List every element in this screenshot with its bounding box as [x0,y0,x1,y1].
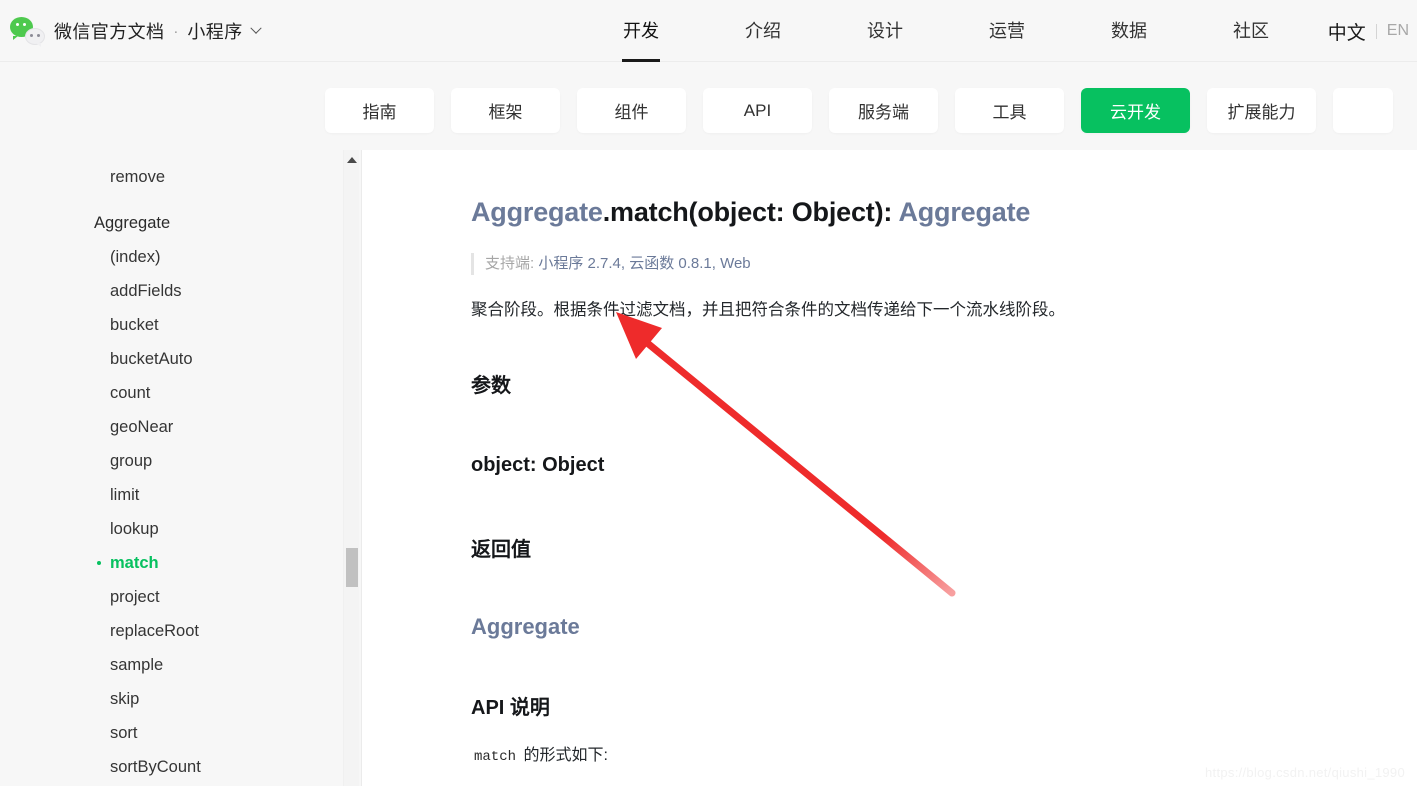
page-title: Aggregate.match(object: Object): Aggrega… [471,196,1417,230]
brand-subtitle: 小程序 [187,22,243,42]
sidebar-item-sortbycount[interactable]: sortByCount [0,750,345,784]
sidebar-item-geonear[interactable]: geoNear [0,410,345,444]
title-class-name: Aggregate [471,197,603,227]
sidebar-item-group[interactable]: group [0,444,345,478]
sidebar-group-aggregate[interactable]: Aggregate [0,206,345,240]
inline-code-match: match [474,749,517,766]
tab-cloud-dev[interactable]: 云开发 [1081,88,1190,133]
caret-up-icon[interactable] [346,157,357,163]
sidebar-scrollbar[interactable] [343,150,359,786]
sidebar-item-match[interactable]: match [0,546,345,580]
language-switcher: 中文 EN [1328,0,1409,62]
doc-panel: Aggregate.match(object: Object): Aggrega… [363,150,1417,786]
main-nav: 开发 介绍 设计 运营 数据 社区 [580,0,1312,62]
brand-title: 微信官方文档 [54,22,165,42]
section-heading-return: 返回值 [471,539,531,562]
chevron-down-icon[interactable] [249,22,262,34]
sidebar-item-project[interactable]: project [0,580,345,614]
sidebar-item-remove[interactable]: remove [0,160,345,194]
tab-server[interactable]: 服务端 [829,88,938,133]
content-area: remove Aggregate (index) addFields bucke… [0,150,1417,786]
param-name-heading: object: Object [471,454,605,477]
nav-item-community[interactable]: 社区 [1190,0,1312,62]
tab-api[interactable]: API [703,88,812,133]
tab-framework[interactable]: 框架 [451,88,560,133]
sidebar-item-bucket[interactable]: bucket [0,308,345,342]
nav-item-intro[interactable]: 介绍 [702,0,824,62]
wechat-logo-icon [10,16,46,47]
active-bullet-icon [97,561,101,565]
lang-english[interactable]: EN [1387,22,1409,40]
brand-separator: · [173,22,179,40]
title-return-type: Aggregate [898,197,1031,227]
sidebar-item-label: match [110,554,159,572]
tab-components[interactable]: 组件 [577,88,686,133]
api-description: 聚合阶段。根据条件过滤文档，并且把符合条件的文档传递给下一个流水线阶段。 [471,300,1065,319]
sidebar-item-lookup[interactable]: lookup [0,512,345,546]
title-signature: .match(object: Object): [602,197,899,227]
tab-guide[interactable]: 指南 [325,88,434,133]
sidebar-item-sort[interactable]: sort [0,716,345,750]
nav-item-data[interactable]: 数据 [1068,0,1190,62]
section-heading-api-note: API 说明 [471,697,550,720]
support-label: 支持端: [485,254,535,272]
sidebar-item-bucketauto[interactable]: bucketAuto [0,342,345,376]
sidebar-item-skip[interactable]: skip [0,682,345,716]
sidebar-item-limit[interactable]: limit [0,478,345,512]
watermark-text: https://blog.csdn.net/qiushi_1990 [1205,765,1405,780]
lang-chinese[interactable]: 中文 [1328,18,1366,45]
sidebar: remove Aggregate (index) addFields bucke… [0,150,362,786]
brand-area[interactable]: 微信官方文档 · 小程序 [10,0,262,62]
subnav-tabs: 指南 框架 组件 API 服务端 工具 云开发 扩展能力 [325,88,1393,133]
support-platforms: 支持端: 小程序 2.7.4, 云函数 0.8.1, Web [471,252,1417,275]
api-note-text: 的形式如下: [519,747,608,765]
sidebar-item-sample[interactable]: sample [0,648,345,682]
section-heading-params: 参数 [471,375,511,398]
tab-tools[interactable]: 工具 [955,88,1064,133]
sidebar-item-index[interactable]: (index) [0,240,345,274]
return-type-heading: Aggregate [471,614,580,640]
api-note-line: match 的形式如下: [471,741,1417,765]
page-root: 微信官方文档 · 小程序 开发 介绍 设计 运营 数据 社区 中文 EN 指南 … [0,0,1417,786]
scrollbar-thumb[interactable] [346,548,358,587]
tab-extended-ability[interactable]: 扩展能力 [1207,88,1316,133]
nav-item-design[interactable]: 设计 [824,0,946,62]
sidebar-item-replaceroot[interactable]: replaceRoot [0,614,345,648]
sidebar-item-count[interactable]: count [0,376,345,410]
nav-item-dev[interactable]: 开发 [580,0,702,62]
top-header: 微信官方文档 · 小程序 开发 介绍 设计 运营 数据 社区 中文 EN [0,0,1417,62]
sidebar-list: remove Aggregate (index) addFields bucke… [0,160,345,784]
lang-divider [1375,23,1377,39]
nav-item-operation[interactable]: 运营 [946,0,1068,62]
support-value: 小程序 2.7.4, 云函数 0.8.1, Web [538,254,751,272]
tab-overflow[interactable] [1333,88,1393,133]
sidebar-item-addfields[interactable]: addFields [0,274,345,308]
